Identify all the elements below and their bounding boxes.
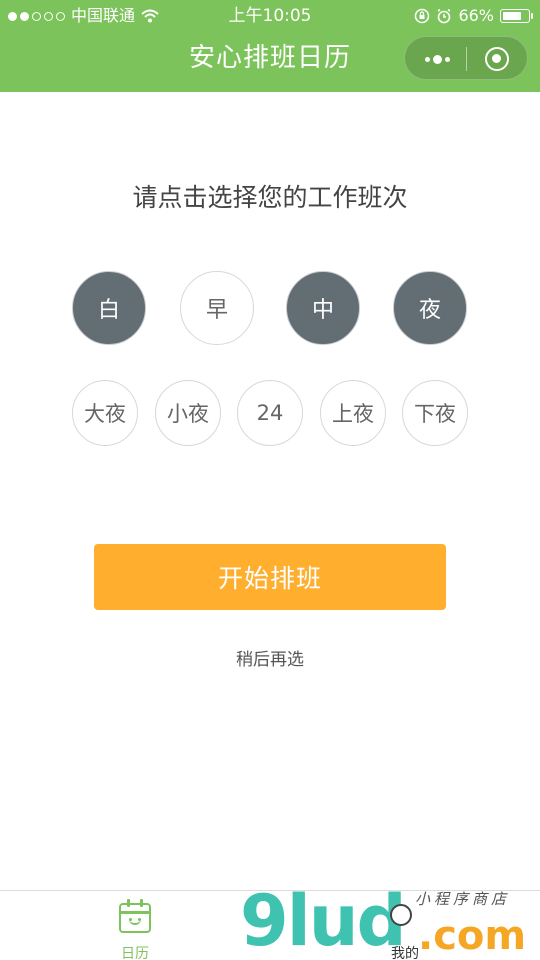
shift-option-zhong[interactable]: 中 (286, 271, 360, 345)
shift-option-zao[interactable]: 早 (180, 271, 254, 345)
watermark-mascot-icon (390, 904, 412, 926)
shift-option-bai[interactable]: 白 (72, 271, 146, 345)
status-bar: 中国联通 上午10:05 66% (0, 0, 540, 32)
tab-calendar[interactable]: 日历 (75, 891, 195, 960)
watermark-domain: .com (418, 913, 527, 959)
more-menu-icon[interactable] (423, 50, 451, 68)
start-scheduling-button[interactable]: 开始排班 (94, 544, 446, 610)
watermark-logo: 9lud 小程序商店 .com (240, 880, 540, 960)
status-right: 66% (414, 0, 533, 32)
orientation-lock-icon (415, 8, 430, 24)
shift-option-shangye[interactable]: 上夜 (320, 380, 386, 446)
shift-option-24[interactable]: 24 (237, 380, 303, 446)
battery-icon (500, 9, 533, 23)
tab-calendar-label: 日历 (121, 946, 149, 960)
shift-option-daye[interactable]: 大夜 (72, 380, 138, 446)
shift-option-ye[interactable]: 夜 (393, 271, 467, 345)
battery-percent: 66% (458, 6, 494, 25)
choose-later-link[interactable]: 稍后再选 (0, 645, 540, 670)
top-bar: 中国联通 上午10:05 66% 安心排班日历 (0, 0, 540, 92)
watermark-cn-text: 小程序商店 (415, 890, 511, 908)
alarm-icon (437, 8, 451, 24)
miniprogram-capsule (404, 36, 528, 80)
close-miniprogram-icon[interactable] (485, 47, 509, 71)
shift-option-xiaye[interactable]: 下夜 (402, 380, 468, 446)
shift-option-xiaoye[interactable]: 小夜 (155, 380, 221, 446)
watermark-brand: 9lud (240, 880, 407, 960)
calendar-icon (119, 899, 151, 933)
select-shift-prompt: 请点击选择您的工作班次 (132, 183, 408, 212)
